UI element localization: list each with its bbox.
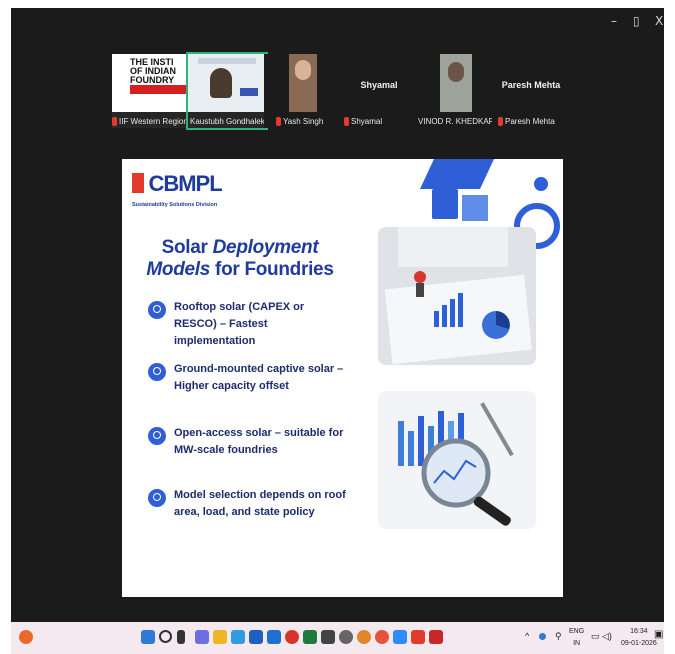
participant-tile-active[interactable]: Kaustubh Gondhalekar [186, 52, 272, 130]
chrome-icon[interactable] [285, 630, 299, 644]
participant-namebar: Paresh Mehta [498, 114, 555, 128]
participant-tile[interactable]: VINOD R. KHEDKAR [416, 54, 494, 128]
magnifier-bullet-icon [148, 489, 166, 507]
task-view-icon[interactable] [177, 630, 185, 644]
clock-time: 16:34 [630, 628, 648, 635]
bullet-text: Ground-mounted captive solar – Higher ca… [174, 363, 344, 392]
start-icon[interactable] [141, 630, 155, 644]
participant-namebar: IIF Western Region [112, 114, 188, 128]
app-icon[interactable] [411, 630, 425, 644]
bullet-text: Rooftop solar (CAPEX or RESCO) – Fastest… [174, 301, 305, 347]
logo-thumbnail [240, 88, 258, 96]
bullet-item: Rooftop solar (CAPEX or RESCO) – Fastest… [148, 299, 348, 350]
edge-icon[interactable] [231, 630, 245, 644]
slide-title: Solar Deployment Models for Foundries [140, 237, 340, 281]
participant-namebar: Kaustubh Gondhalekar [188, 114, 272, 128]
participant-tile[interactable]: Shyamal Shyamal [340, 54, 418, 128]
language-indicator[interactable]: ENG IN [569, 628, 584, 648]
participant-tile[interactable]: THE INSTI OF INDIAN FOUNDRY WESTERN IIF … [112, 54, 190, 128]
clock-date: 09-01-2026 [621, 640, 657, 647]
cbmpl-logo: CBMPL [132, 171, 223, 196]
shared-screen-thumbnail [198, 58, 256, 64]
bullet-item: Model selection depends on roof area, lo… [148, 487, 348, 521]
bullet-text: Open-access solar – suitable for MW-scal… [174, 427, 344, 456]
restore-button[interactable]: ▯ [633, 14, 640, 28]
region-code: IN [573, 640, 581, 647]
participant-name: Kaustubh Gondhalekar [190, 116, 272, 126]
participant-video [440, 54, 472, 112]
zoom-icon[interactable] [393, 630, 407, 644]
search-icon[interactable] [159, 630, 172, 643]
logo-text: CBMPL [148, 171, 222, 196]
logo-mark-icon [132, 173, 144, 193]
muted-mic-icon [276, 116, 281, 126]
chart-photo-illustration [378, 227, 536, 365]
title-text: for Foundries [210, 259, 334, 280]
app-badge-icon[interactable] [19, 630, 33, 644]
magnifier-bullet-icon [148, 427, 166, 445]
pdf-reader-icon[interactable] [429, 630, 443, 644]
participant-tile[interactable]: Paresh Mehta Paresh Mehta [492, 54, 570, 128]
participant-name: Paresh Mehta [505, 116, 555, 126]
magnifier-bullet-icon [148, 301, 166, 319]
tray-app-icon[interactable] [539, 633, 546, 640]
settings-icon[interactable] [339, 630, 353, 644]
decorative-circle [534, 177, 548, 191]
muted-mic-icon [112, 116, 117, 126]
app-icon[interactable] [321, 630, 335, 644]
logo-subtitle: Sustainability Solutions Division [132, 202, 218, 208]
red-banner [130, 85, 190, 94]
clock[interactable]: 16:34 09-01-2026 [621, 628, 657, 648]
bullet-item: Ground-mounted captive solar – Higher ca… [148, 361, 348, 395]
copilot-icon[interactable] [195, 630, 209, 644]
participant-video: THE INSTI OF INDIAN FOUNDRY WESTERN [112, 54, 190, 112]
title-text-italic: Deployment [212, 237, 319, 258]
decorative-shape [432, 189, 458, 219]
app-icon[interactable] [375, 630, 389, 644]
bullet-item: Open-access solar – suitable for MW-scal… [148, 425, 348, 459]
language-code: ENG [569, 628, 585, 635]
windows-taskbar: ^ ⚲ ENG IN ▭ ◁) 16:34 09-01-2026 ▣ [11, 622, 664, 654]
participant-strip: THE INSTI OF INDIAN FOUNDRY WESTERN IIF … [11, 52, 664, 140]
person-silhouette [210, 68, 232, 98]
participant-namebar: Shyamal [344, 114, 382, 128]
minimize-button[interactable]: – [611, 14, 617, 28]
muted-mic-icon [344, 116, 349, 126]
participant-big-name: Shyamal [360, 80, 398, 90]
chevron-up-icon[interactable]: ^ [525, 632, 529, 641]
participant-big-name: Paresh Mehta [501, 80, 561, 90]
participant-namebar: VINOD R. KHEDKAR [418, 114, 494, 128]
bullet-text: Model selection depends on roof area, lo… [174, 489, 346, 518]
title-text: Solar [161, 237, 213, 258]
slide-photo-charts [378, 227, 536, 365]
usb-icon[interactable]: ⚲ [555, 632, 562, 641]
decorative-shape [420, 159, 494, 189]
person-face [295, 60, 311, 80]
title-text-italic: Models [146, 259, 211, 280]
participant-name: IIF Western Region [119, 116, 188, 126]
participant-video [289, 54, 317, 112]
participant-name: Shyamal [351, 116, 383, 126]
person-silhouette [448, 62, 464, 82]
shared-slide: CBMPL Sustainability Solutions Division … [122, 159, 563, 597]
notification-icon[interactable]: ▣ [654, 630, 663, 640]
file-explorer-icon[interactable] [213, 630, 227, 644]
store-icon[interactable] [249, 630, 263, 644]
participant-video [188, 54, 266, 112]
decorative-shape [462, 195, 488, 221]
app-icon[interactable] [357, 630, 371, 644]
participant-name: VINOD R. KHEDKAR [418, 116, 495, 126]
magnifier-photo-illustration [378, 391, 536, 529]
magnifier-bullet-icon [148, 363, 166, 381]
mail-icon[interactable] [267, 630, 281, 644]
excel-icon[interactable] [303, 630, 317, 644]
slide-photo-magnifier [378, 391, 536, 529]
participant-tile[interactable]: Yash Singh [264, 54, 342, 128]
muted-mic-icon [498, 116, 503, 126]
participant-name: Yash Singh [283, 116, 324, 126]
participant-namebar: Yash Singh [276, 114, 323, 128]
close-button[interactable]: X [655, 14, 663, 28]
meeting-window: – ▯ X THE INSTI OF INDIAN FOUNDRY WESTER… [11, 8, 664, 622]
network-volume-icon[interactable]: ▭ ◁) [591, 632, 612, 641]
